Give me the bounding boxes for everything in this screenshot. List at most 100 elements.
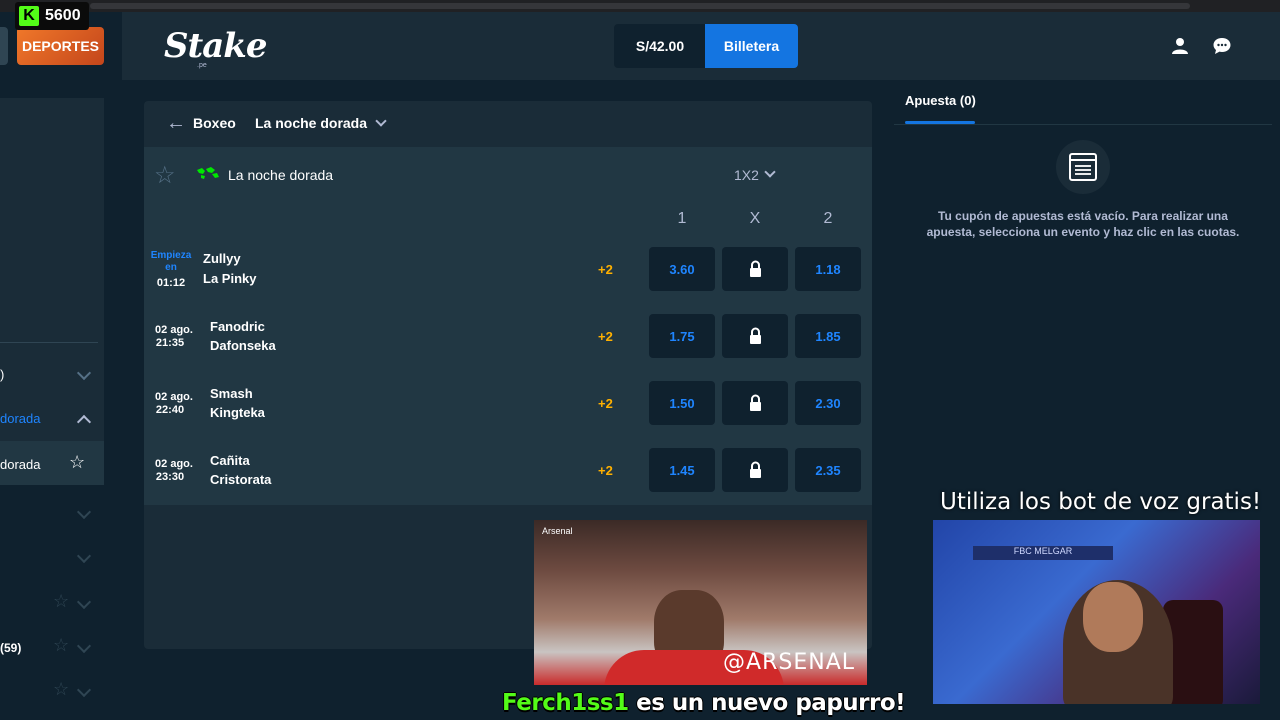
odd-away-button[interactable]: 1.85 bbox=[795, 314, 861, 358]
empty-slip-icon-wrapper bbox=[1056, 140, 1110, 194]
home-team: Fanodric bbox=[210, 319, 265, 334]
more-markets[interactable]: +2 bbox=[598, 463, 613, 478]
league-name[interactable]: La noche dorada bbox=[228, 167, 333, 183]
odd-away-button[interactable]: 2.35 bbox=[795, 448, 861, 492]
more-markets[interactable]: +2 bbox=[598, 396, 613, 411]
video-handle: @ARSENAL bbox=[723, 650, 855, 675]
league-header: ☆ La noche dorada 1X2 1 X 2 bbox=[144, 147, 872, 237]
star-icon[interactable]: ☆ bbox=[53, 679, 69, 700]
wallet-button-label: Billetera bbox=[723, 38, 780, 54]
match-date: 02 ago. bbox=[155, 324, 193, 336]
match-row[interactable]: 02 ago. 23:30 Cañita Cristorata +2 1.45 … bbox=[144, 438, 872, 505]
sidebar-item-3[interactable]: dorada ☆ bbox=[0, 441, 104, 485]
away-team: Dafonseka bbox=[210, 338, 276, 353]
kick-viewer-badge: K 5600 bbox=[15, 2, 89, 30]
more-markets[interactable]: +2 bbox=[598, 262, 613, 277]
wallet-button[interactable]: Billetera bbox=[705, 24, 798, 68]
odd-draw-locked bbox=[722, 247, 788, 291]
sidebar-item-label: dorada bbox=[0, 411, 41, 426]
empty-slip-message: Tu cupón de apuestas está vacío. Para re… bbox=[926, 209, 1240, 239]
away-team: Kingteka bbox=[210, 405, 265, 420]
star-icon[interactable]: ☆ bbox=[69, 452, 85, 473]
odd-away-button[interactable]: 1.18 bbox=[795, 247, 861, 291]
match-status: Empieza en bbox=[150, 250, 192, 273]
kick-logo-icon: K bbox=[19, 6, 39, 26]
odd-draw-locked bbox=[722, 314, 788, 358]
webcam-caption: Utiliza los bot de voz gratis! bbox=[940, 489, 1262, 515]
wall-banner: FBC MELGAR bbox=[973, 546, 1113, 560]
chevron-down-icon bbox=[76, 365, 92, 381]
lock-icon bbox=[750, 461, 761, 478]
match-row[interactable]: Empieza en 01:12 Zullyy La Pinky +2 3.60… bbox=[144, 237, 872, 304]
chevron-down-icon bbox=[76, 504, 92, 520]
breadcrumb-league[interactable]: La noche dorada bbox=[255, 115, 367, 131]
chevron-down-icon[interactable] bbox=[375, 115, 387, 127]
sidebar-divider bbox=[0, 342, 98, 343]
viewer-count: 5600 bbox=[45, 7, 81, 24]
lock-icon bbox=[750, 260, 761, 277]
chat-username: Ferch1ss1 bbox=[502, 690, 629, 716]
chevron-down-icon bbox=[76, 638, 92, 654]
odd-home-button[interactable]: 1.75 bbox=[649, 314, 715, 358]
market-selector[interactable]: 1X2 bbox=[734, 167, 759, 183]
sidebar-item-label: ) bbox=[0, 367, 5, 382]
chevron-down-icon bbox=[76, 682, 92, 698]
match-time: 21:35 bbox=[155, 337, 185, 349]
video-overlay: Arsenal @ARSENAL bbox=[534, 520, 867, 685]
breadcrumb: ← Boxeo La noche dorada bbox=[144, 101, 872, 145]
star-icon[interactable]: ☆ bbox=[53, 591, 69, 612]
column-header-x: X bbox=[749, 210, 761, 227]
chevron-up-icon bbox=[76, 414, 92, 430]
away-team: La Pinky bbox=[203, 271, 257, 286]
match-time: 01:12 bbox=[156, 277, 186, 289]
match-row[interactable]: 02 ago. 21:35 Fanodric Dafonseka +2 1.75… bbox=[144, 304, 872, 371]
odd-away-button[interactable]: 2.30 bbox=[795, 381, 861, 425]
sports-button[interactable]: DEPORTES bbox=[17, 27, 104, 65]
top-header: DEPORTES Stake .pe S/42.00 Billetera bbox=[0, 12, 1280, 80]
chat-icon[interactable] bbox=[1212, 36, 1232, 56]
match-time: 22:40 bbox=[155, 404, 185, 416]
column-header-1: 1 bbox=[677, 210, 687, 227]
odd-home-button[interactable]: 1.45 bbox=[649, 448, 715, 492]
sidebar-item-5[interactable] bbox=[0, 529, 104, 573]
home-team: Zullyy bbox=[203, 251, 241, 266]
sidebar-item-8[interactable]: ☆ bbox=[0, 661, 104, 705]
user-icon[interactable] bbox=[1170, 36, 1190, 56]
back-arrow-icon[interactable]: ← bbox=[166, 112, 186, 135]
star-icon[interactable]: ☆ bbox=[53, 635, 69, 656]
page-scrollbar[interactable] bbox=[1272, 80, 1280, 720]
home-team: Cañita bbox=[210, 453, 250, 468]
document-icon bbox=[1069, 153, 1097, 181]
sidebar-item-2[interactable]: dorada bbox=[0, 397, 104, 441]
webcam-overlay: FBC MELGAR bbox=[933, 520, 1260, 704]
sidebar-item-label: dorada bbox=[0, 457, 41, 472]
world-icon bbox=[197, 167, 219, 179]
away-team: Cristorata bbox=[210, 472, 272, 487]
casino-button[interactable] bbox=[0, 27, 8, 65]
logo-suffix: .pe bbox=[197, 62, 207, 69]
more-markets[interactable]: +2 bbox=[598, 329, 613, 344]
column-header-2: 2 bbox=[823, 210, 833, 227]
odd-home-button[interactable]: 1.50 bbox=[649, 381, 715, 425]
match-row[interactable]: 02 ago. 22:40 Smash Kingteka +2 1.50 2.3… bbox=[144, 371, 872, 438]
sidebar-item-4[interactable] bbox=[0, 485, 104, 529]
balance-display[interactable]: S/42.00 bbox=[614, 24, 706, 68]
odd-home-button[interactable]: 3.60 bbox=[649, 247, 715, 291]
sidebar-item-7[interactable]: (59) ☆ bbox=[0, 617, 104, 661]
match-date: 02 ago. bbox=[155, 391, 193, 403]
stake-logo[interactable]: Stake bbox=[164, 26, 267, 66]
sidebar-item-1[interactable]: ) bbox=[0, 353, 104, 397]
tab-bet-slip[interactable]: Apuesta (0) bbox=[905, 93, 976, 108]
favorite-star-icon[interactable]: ☆ bbox=[154, 161, 176, 190]
chevron-down-icon bbox=[76, 594, 92, 610]
streamer-face bbox=[1083, 582, 1143, 652]
chevron-down-icon[interactable] bbox=[764, 166, 776, 178]
sidebar-item-6[interactable]: ☆ bbox=[0, 573, 104, 617]
lock-icon bbox=[750, 327, 761, 344]
chevron-down-icon bbox=[76, 548, 92, 564]
left-sidebar: 24h 48h ) dorada dorada ☆ ☆ (59) ☆ ☆ bbox=[0, 80, 122, 720]
sidebar-item-label: (59) bbox=[0, 641, 22, 655]
match-time: 23:30 bbox=[155, 471, 185, 483]
sports-button-label: DEPORTES bbox=[21, 38, 99, 54]
breadcrumb-sport[interactable]: Boxeo bbox=[193, 115, 236, 131]
